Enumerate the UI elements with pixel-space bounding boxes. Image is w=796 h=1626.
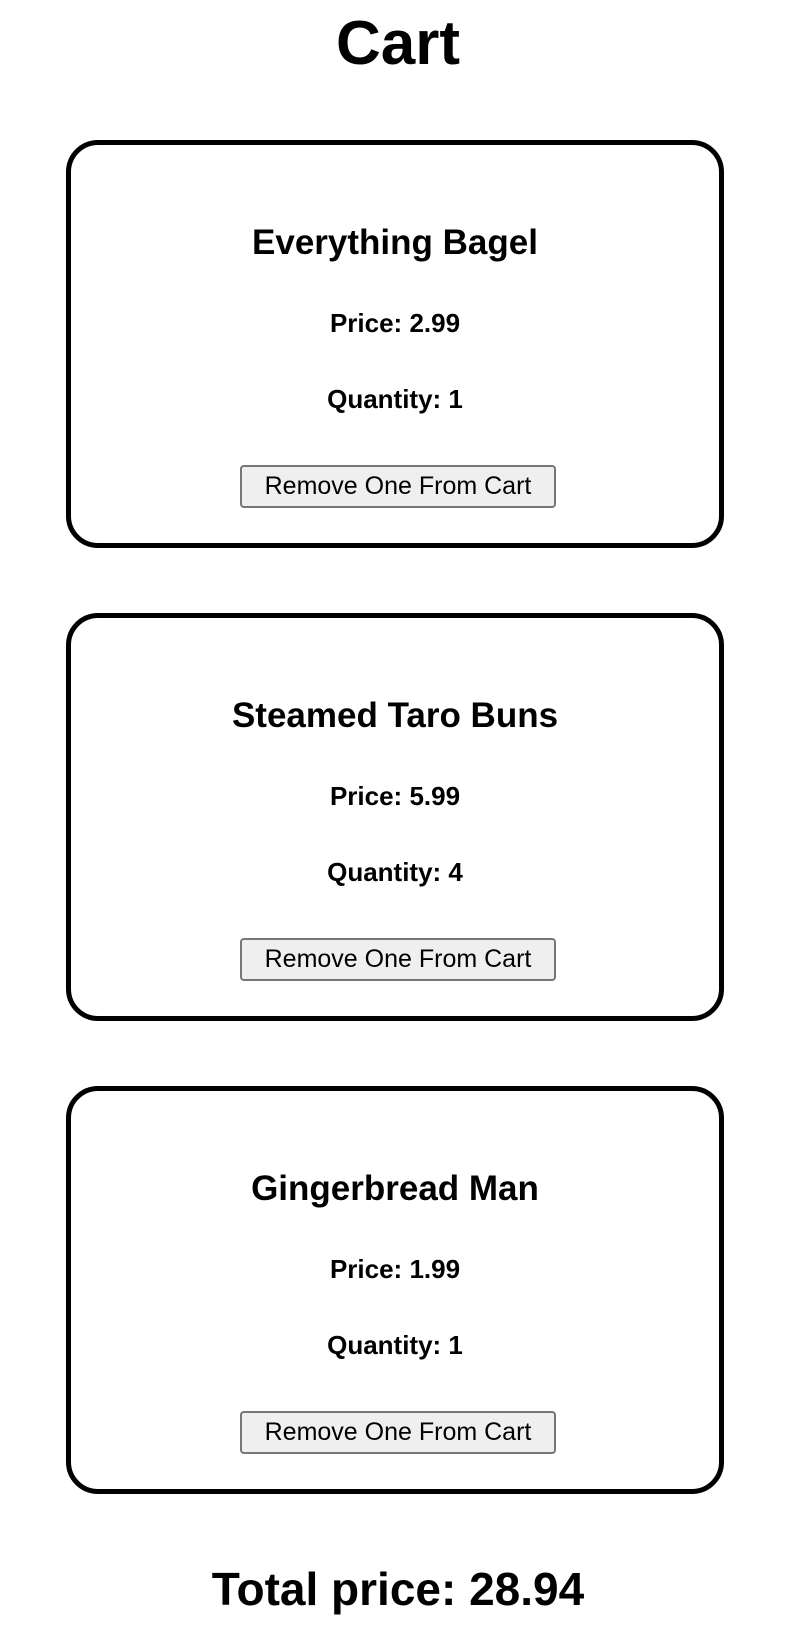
item-price: Price: 1.99 <box>329 1254 461 1284</box>
total-price: Total price: 28.94 <box>211 1563 585 1615</box>
item-price: Price: 2.99 <box>329 308 461 338</box>
remove-one-from-cart-button[interactable]: Remove One From Cart <box>240 465 556 508</box>
cart-item-card: Gingerbread Man Price: 1.99 Quantity: 1 … <box>66 1086 724 1494</box>
page-title: Cart <box>335 9 461 78</box>
item-name: Gingerbread Man <box>251 1169 539 1208</box>
item-quantity: Quantity: 1 <box>327 384 463 414</box>
item-name: Steamed Taro Buns <box>231 696 559 735</box>
cart-item-card: Steamed Taro Buns Price: 5.99 Quantity: … <box>66 613 724 1021</box>
item-price: Price: 5.99 <box>329 781 461 811</box>
cart-item-card: Everything Bagel Price: 2.99 Quantity: 1… <box>66 140 724 548</box>
remove-one-from-cart-button[interactable]: Remove One From Cart <box>240 1411 556 1454</box>
item-quantity: Quantity: 4 <box>327 857 463 887</box>
remove-one-from-cart-button[interactable]: Remove One From Cart <box>240 938 556 981</box>
item-name: Everything Bagel <box>252 223 538 262</box>
item-quantity: Quantity: 1 <box>327 1330 463 1360</box>
